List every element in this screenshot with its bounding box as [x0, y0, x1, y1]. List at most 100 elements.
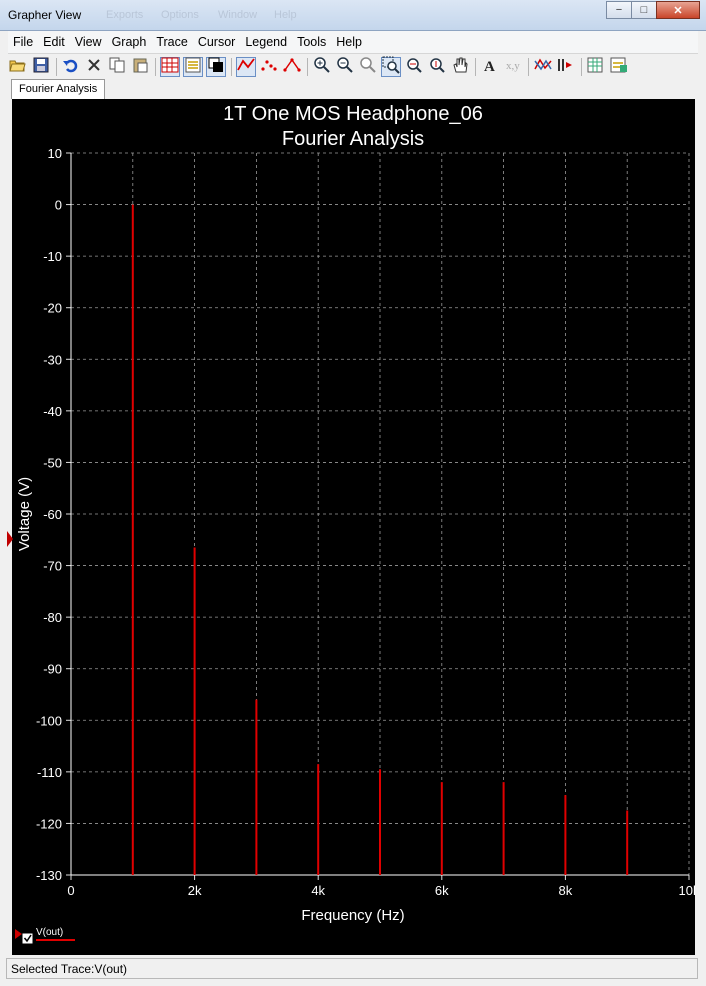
export-measurement-icon: [609, 55, 629, 78]
menu-help[interactable]: Help: [331, 31, 367, 53]
zoom-fit-button[interactable]: [358, 57, 378, 77]
open-folder-button[interactable]: [8, 57, 28, 77]
zoom-in-button[interactable]: [312, 57, 332, 77]
export-excel-button[interactable]: [586, 57, 606, 77]
zoom-x-icon: [404, 55, 424, 78]
tab-row: Fourier Analysis: [8, 78, 698, 100]
overlay-traces-icon: [533, 55, 553, 78]
select-marks-icon: [556, 55, 576, 78]
zoom-out-button[interactable]: [335, 57, 355, 77]
maximize-icon: □: [640, 4, 648, 16]
menu-edit[interactable]: Edit: [38, 31, 70, 53]
y-tick-label: 0: [55, 198, 62, 213]
menu-cursor[interactable]: Cursor: [193, 31, 241, 53]
dots-trace-button[interactable]: [259, 57, 279, 77]
minimize-button[interactable]: −: [606, 1, 632, 19]
zoom-y-button[interactable]: [427, 57, 447, 77]
delete-icon: [84, 55, 104, 78]
text-label-button[interactable]: A: [480, 57, 500, 77]
y-tick-label: -80: [43, 610, 62, 625]
close-button[interactable]: ✕: [656, 1, 700, 19]
y-tick-label: -90: [43, 662, 62, 677]
status-text: Selected Trace:V(out): [11, 962, 128, 976]
zoom-out-icon: [335, 55, 355, 78]
y-tick-label: -50: [43, 455, 62, 470]
toolbar-separator: [307, 57, 308, 76]
graph-panel[interactable]: 1T One MOS Headphone_06 Fourier Analysis 1…: [12, 99, 695, 955]
menu-view[interactable]: View: [70, 31, 107, 53]
y-tick-label: 10: [48, 146, 62, 161]
y-tick-label: -70: [43, 559, 62, 574]
ghost-menu-options: Options: [161, 9, 199, 21]
toolbar-separator: [155, 57, 156, 76]
toolbar-separator: [231, 57, 232, 76]
chart-title: 1T One MOS Headphone_06: [223, 103, 483, 125]
menu-legend[interactable]: Legend: [240, 31, 292, 53]
reverse-colors-icon: [206, 55, 226, 78]
y-tick-label: -30: [43, 352, 62, 367]
y-tick-label: -130: [36, 868, 62, 883]
legend-button[interactable]: [183, 56, 203, 77]
menu-graph[interactable]: Graph: [107, 31, 152, 53]
x-tick-label: 10k: [679, 883, 695, 898]
legend-trace-marker: [15, 929, 22, 939]
select-marks-button[interactable]: [556, 57, 576, 77]
reverse-colors-button[interactable]: [206, 55, 226, 78]
window-title: Grapher View: [8, 8, 82, 22]
line-dots-trace-button[interactable]: [282, 57, 302, 77]
y-axis-label: Voltage (V): [16, 477, 33, 551]
svg-text:A: A: [484, 59, 495, 75]
toolbar-separator: [581, 57, 582, 76]
grid-button[interactable]: [160, 56, 180, 77]
copy-button[interactable]: [107, 57, 127, 77]
zoom-fit-icon: [358, 55, 378, 78]
line-trace-button[interactable]: [236, 55, 256, 78]
selected-trace-marker: [7, 531, 13, 547]
pan-hand-button[interactable]: [450, 57, 470, 77]
zoom-area-icon: [381, 55, 401, 78]
zoom-x-button[interactable]: [404, 57, 424, 77]
toolbar: Ax,y: [8, 53, 698, 79]
menu-bar: File Edit View Graph Trace Cursor Legend Tools H…: [8, 31, 698, 53]
x-tick-label: 8k: [559, 883, 573, 898]
export-measurement-button[interactable]: [609, 57, 629, 77]
minimize-icon: −: [615, 4, 623, 16]
x-axis-label: Frequency (Hz): [301, 907, 404, 924]
zoom-in-icon: [312, 55, 332, 78]
toolbar-separator: [528, 57, 529, 76]
legend-label: V(out): [36, 927, 63, 938]
x-tick-label: 4k: [311, 883, 325, 898]
menu-trace[interactable]: Trace: [151, 31, 193, 53]
undo-button[interactable]: [61, 57, 81, 77]
open-folder-icon: [8, 55, 28, 78]
fourier-chart[interactable]: 1T One MOS Headphone_06 Fourier Analysis 1…: [12, 99, 695, 955]
save-icon: [31, 55, 51, 78]
paste-icon: [130, 55, 150, 78]
close-icon: ✕: [673, 4, 683, 17]
zoom-area-button[interactable]: [381, 55, 401, 78]
maximize-button[interactable]: □: [631, 1, 657, 19]
chart-subtitle: Fourier Analysis: [282, 128, 424, 150]
pan-hand-icon: [450, 55, 470, 78]
y-tick-label: -40: [43, 404, 62, 419]
line-trace-icon: [236, 55, 256, 78]
paste-button[interactable]: [130, 57, 150, 77]
overlay-traces-button[interactable]: [533, 57, 553, 77]
ghost-menu-window: Window: [218, 9, 258, 21]
menu-file[interactable]: File: [8, 31, 38, 53]
undo-icon: [61, 55, 81, 78]
ghost-menu-exports: Exports: [106, 9, 144, 21]
tab-fourier-analysis[interactable]: Fourier Analysis: [11, 79, 106, 99]
text-label-disabled-button[interactable]: x,y: [503, 57, 523, 77]
ghost-menu-help: Help: [274, 9, 297, 21]
window-title-bar: Grapher View Exports Options Window Help…: [0, 0, 706, 31]
copy-icon: [107, 55, 127, 78]
x-tick-label: 2k: [188, 883, 202, 898]
delete-button[interactable]: [84, 57, 104, 77]
y-tick-label: -100: [36, 713, 62, 728]
save-button[interactable]: [31, 57, 51, 77]
y-tick-label: -120: [36, 816, 62, 831]
text-label-disabled-icon: x,y: [503, 55, 523, 78]
menu-tools[interactable]: Tools: [292, 31, 331, 53]
y-tick-label: -60: [43, 507, 62, 522]
